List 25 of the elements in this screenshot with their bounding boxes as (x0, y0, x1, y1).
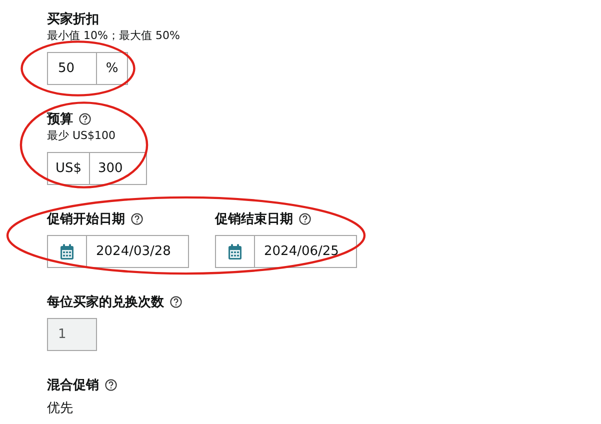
calendar-icon (228, 244, 242, 260)
help-icon[interactable] (105, 379, 117, 391)
field-label: 买家折扣 (47, 10, 99, 28)
help-icon[interactable] (79, 113, 91, 125)
date-value: 2024/06/25 (263, 243, 340, 261)
field-label: 促销结束日期 (215, 211, 293, 228)
date-input[interactable]: 2024/03/28 (47, 235, 189, 268)
budget-input[interactable]: US$ 300 (47, 152, 147, 185)
unit-addon: % (96, 53, 127, 84)
field-label: 每位买家的兑换次数 (47, 294, 164, 311)
date-value: 2024/03/28 (95, 243, 172, 261)
field-label: 预算 (47, 111, 73, 128)
hint-text: 最少 US$100 (47, 128, 117, 144)
input-value: 50 (57, 60, 76, 78)
help-icon[interactable] (299, 213, 311, 225)
calendar-icon (60, 244, 74, 260)
input-value: 300 (97, 160, 124, 178)
unit-addon: US$ (48, 153, 90, 184)
help-icon[interactable] (131, 213, 143, 225)
field-label: 混合促销 (47, 377, 99, 394)
date-input[interactable]: 2024/06/25 (215, 235, 357, 268)
hint-text: 最小值 10%；最大值 50% (47, 28, 181, 44)
field-label: 促销开始日期 (47, 211, 125, 228)
discount-input[interactable]: 50 % (47, 52, 128, 85)
field-value: 优先 (47, 400, 74, 418)
